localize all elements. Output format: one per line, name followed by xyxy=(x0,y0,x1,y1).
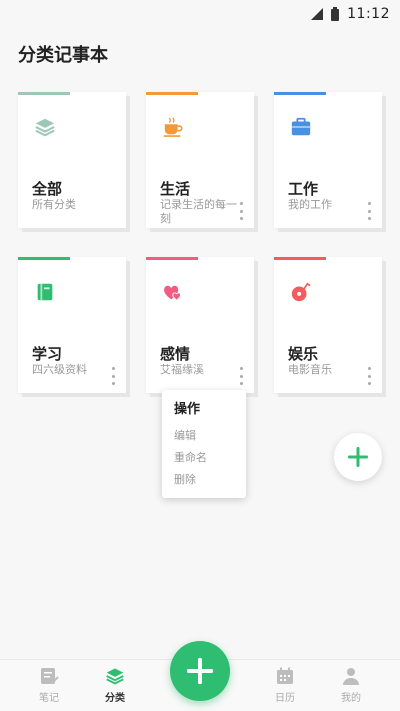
plus-icon xyxy=(187,658,213,684)
card-title: 娱乐 xyxy=(288,345,319,363)
card-subtitle: 记录生活的每一刻 xyxy=(160,198,237,225)
page-title: 分类记事本 xyxy=(18,45,108,66)
card-accent-bar xyxy=(274,92,326,95)
more-options-icon[interactable] xyxy=(366,367,372,385)
category-card-emotion[interactable]: 感情 艾福缘溪 xyxy=(146,257,254,393)
nav-label: 笔记 xyxy=(39,693,59,704)
plus-icon xyxy=(348,447,368,467)
nav-label: 分类 xyxy=(105,693,125,704)
nav-label: 日历 xyxy=(275,693,295,704)
nav-item-categories[interactable]: 分类 xyxy=(90,666,140,710)
briefcase-icon xyxy=(291,117,311,136)
category-card-all[interactable]: 全部 所有分类 xyxy=(18,92,126,228)
music-disc-icon xyxy=(291,282,311,302)
card-subtitle: 艾福缘溪 xyxy=(160,363,204,376)
context-menu-title: 操作 xyxy=(174,402,201,417)
nav-item-calendar[interactable]: 日历 xyxy=(260,666,310,710)
add-note-button[interactable] xyxy=(170,641,230,701)
signal-icon xyxy=(311,8,324,20)
card-title: 工作 xyxy=(288,180,319,198)
layers-icon xyxy=(35,118,55,137)
more-options-icon[interactable] xyxy=(110,367,116,385)
status-bar: 11:12 xyxy=(0,0,400,28)
menu-item-delete[interactable]: 删除 xyxy=(174,471,196,487)
menu-item-edit[interactable]: 编辑 xyxy=(174,427,196,443)
card-title: 感情 xyxy=(160,345,191,363)
more-options-icon[interactable] xyxy=(238,367,244,385)
card-title: 全部 xyxy=(32,180,63,198)
add-category-button[interactable] xyxy=(334,433,382,481)
card-accent-bar xyxy=(18,92,70,95)
battery-icon xyxy=(331,7,340,21)
nav-item-profile[interactable]: 我的 xyxy=(326,666,376,710)
card-accent-bar xyxy=(146,257,198,260)
coffee-cup-icon xyxy=(163,117,183,137)
hearts-icon xyxy=(164,285,182,301)
context-menu: 操作 编辑 重命名 删除 xyxy=(162,390,246,498)
note-icon xyxy=(41,668,59,684)
card-subtitle: 电影音乐 xyxy=(288,363,332,376)
card-title: 生活 xyxy=(160,180,191,198)
category-card-entertainment[interactable]: 娱乐 电影音乐 xyxy=(274,257,382,393)
card-title: 学习 xyxy=(32,345,63,363)
card-accent-bar xyxy=(18,257,70,260)
card-subtitle: 四六级资料 xyxy=(32,363,87,376)
nav-label: 我的 xyxy=(341,693,361,704)
card-accent-bar xyxy=(146,92,198,95)
card-subtitle: 我的工作 xyxy=(288,198,332,211)
status-icons: 11:12 xyxy=(311,5,390,23)
card-accent-bar xyxy=(274,257,326,260)
status-time: 11:12 xyxy=(347,6,390,22)
menu-item-rename[interactable]: 重命名 xyxy=(174,449,207,465)
category-card-life[interactable]: 生活 记录生活的每一刻 xyxy=(146,92,254,228)
card-subtitle: 所有分类 xyxy=(32,198,76,211)
layers-icon xyxy=(106,668,124,685)
person-icon xyxy=(343,668,359,685)
nav-item-notes[interactable]: 笔记 xyxy=(24,666,74,710)
more-options-icon[interactable] xyxy=(366,202,372,220)
category-card-work[interactable]: 工作 我的工作 xyxy=(274,92,382,228)
book-icon xyxy=(37,283,53,301)
category-card-study[interactable]: 学习 四六级资料 xyxy=(18,257,126,393)
more-options-icon[interactable] xyxy=(238,202,244,220)
calendar-icon xyxy=(277,667,293,684)
